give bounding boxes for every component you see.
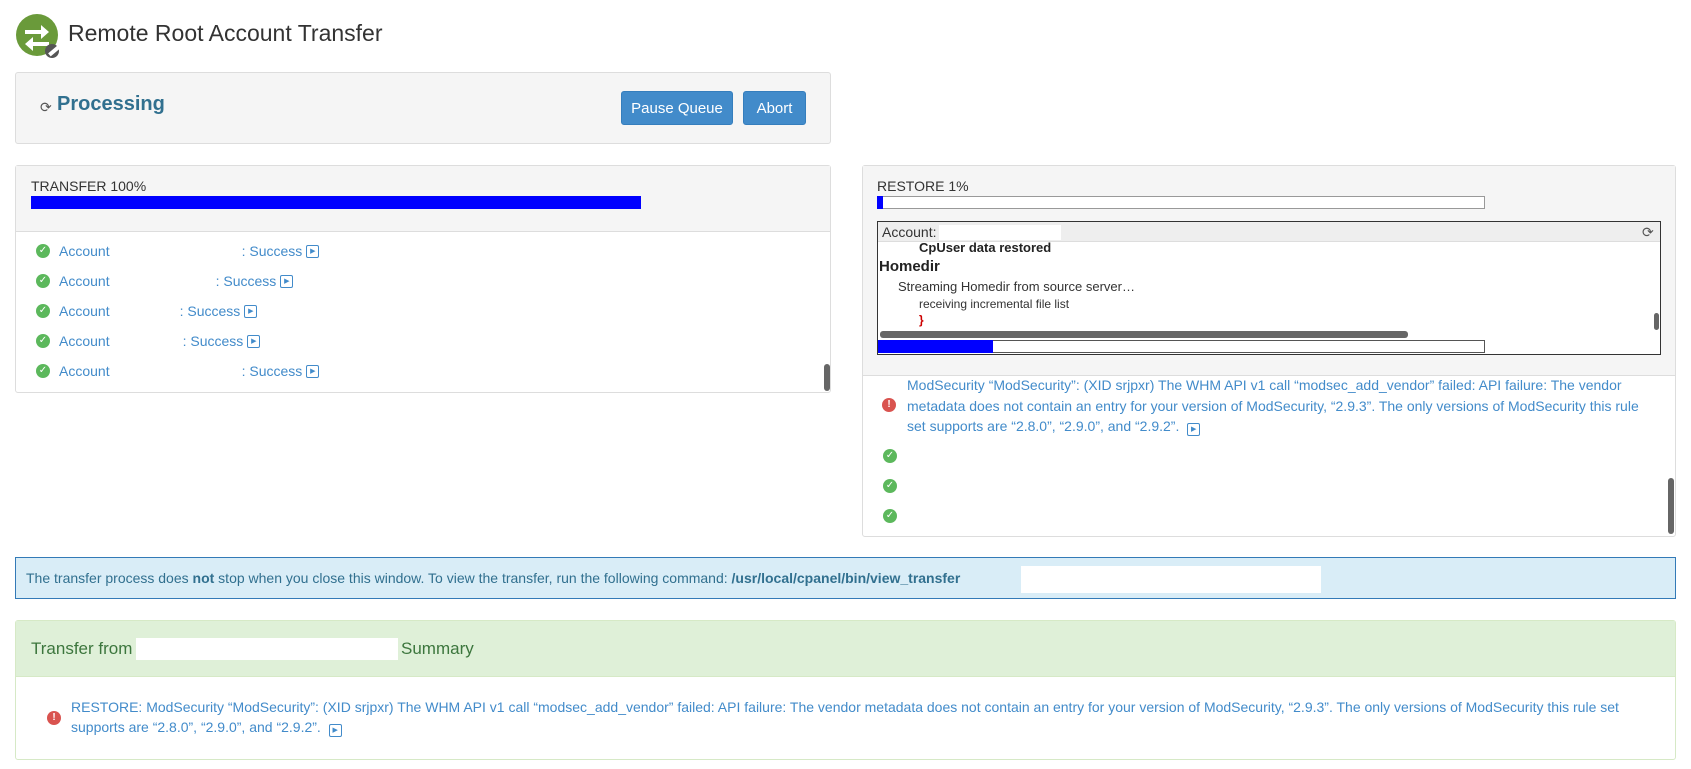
error-icon: ! (882, 398, 896, 412)
console-line: receiving incremental file list (919, 297, 1070, 311)
console-vertical-scrollbar[interactable] (1654, 313, 1659, 330)
redacted-transfer-id (1021, 566, 1321, 593)
expand-icon[interactable]: ▶ (306, 244, 320, 258)
transfer-scrollbar[interactable] (824, 364, 830, 391)
row-status: : Success (241, 243, 303, 259)
transfer-row[interactable]: ✓ Account : Success ▶ (36, 266, 294, 296)
console-line: } (919, 313, 924, 327)
info-text: The transfer process does (26, 570, 193, 586)
expand-icon[interactable]: ▶ (244, 304, 258, 318)
success-check-icon: ✓ (36, 274, 50, 288)
restore-error-text: ModSecurity “ModSecurity”: (XID srjpxr) … (907, 377, 1639, 434)
console-line: Streaming Homedir from source server… (898, 279, 1135, 294)
restore-error-message[interactable]: ModSecurity “ModSecurity”: (XID srjpxr) … (907, 375, 1652, 437)
processing-status: Processing (57, 93, 165, 115)
summary-title-prefix: Transfer from (31, 639, 133, 658)
success-check-icon: ✓ (36, 334, 50, 348)
success-check-icon: ✓ (36, 244, 50, 258)
account-link[interactable]: Account (59, 303, 110, 319)
transfer-progress-fill (31, 196, 641, 209)
success-check-icon: ✓ (883, 509, 897, 523)
expand-icon[interactable]: ▶ (280, 274, 294, 288)
success-check-icon: ✓ (36, 304, 50, 318)
summary-title-suffix: Summary (401, 639, 474, 658)
transfer-progress-label: TRANSFER 100% (31, 178, 147, 194)
console-line: Homedir (879, 258, 940, 275)
transfer-row[interactable]: ✓ Account : Success ▶ (36, 356, 320, 386)
transfer-row[interactable]: ✓ Account : Success ▶ (36, 326, 261, 356)
expand-icon[interactable]: ▶ (306, 364, 320, 378)
row-status: : Success (241, 363, 303, 379)
page-title: Remote Root Account Transfer (68, 20, 383, 46)
restore-progress-fill (877, 196, 883, 209)
abort-button[interactable]: Abort (743, 91, 806, 125)
view-transfer-command: /usr/local/cpanel/bin/view_transfer (731, 570, 961, 586)
expand-icon[interactable]: ▶ (247, 334, 261, 348)
expand-icon[interactable]: ▶ (1187, 423, 1201, 436)
console-account-label: Account: (882, 224, 937, 240)
restore-progress-track (877, 196, 1485, 209)
transfer-row[interactable]: ✓ Account : Success ▶ (36, 296, 258, 326)
redacted-account (939, 225, 1061, 240)
redacted-source-server (136, 638, 398, 660)
pause-queue-button[interactable]: Pause Queue (621, 91, 733, 125)
refresh-icon[interactable]: ⟳ (1642, 224, 1654, 241)
account-link[interactable]: Account (59, 243, 110, 259)
row-status: : Success (215, 273, 277, 289)
restore-progress-label: RESTORE 1% (877, 178, 969, 194)
info-text: stop when you close this window. To view… (214, 570, 732, 586)
info-emphasis: not (192, 570, 215, 586)
account-link[interactable]: Account (59, 273, 110, 289)
info-alert: The transfer process does not stop when … (15, 557, 1676, 599)
success-check-icon: ✓ (883, 449, 897, 463)
transfer-row[interactable]: ✓ Account : Success ▶ (36, 236, 320, 266)
console-line: CpUser data restored (919, 240, 1052, 255)
success-check-icon: ✓ (883, 479, 897, 493)
restore-scrollbar[interactable] (1668, 478, 1674, 534)
row-status: : Success (179, 303, 241, 319)
console-horizontal-scrollbar[interactable] (880, 331, 1408, 338)
summary-error-text: RESTORE: ModSecurity “ModSecurity”: (XID… (71, 699, 1619, 735)
transfer-wrench-icon (15, 13, 63, 61)
account-link[interactable]: Account (59, 333, 110, 349)
success-check-icon: ✓ (36, 364, 50, 378)
row-status: : Success (182, 333, 244, 349)
summary-error-message[interactable]: RESTORE: ModSecurity “ModSecurity”: (XID… (71, 697, 1651, 737)
console-progress-fill (878, 340, 993, 353)
expand-icon[interactable]: ▶ (328, 724, 342, 737)
error-icon: ! (47, 711, 61, 725)
account-link[interactable]: Account (59, 363, 110, 379)
spinner-icon: ⟳ (40, 99, 52, 115)
